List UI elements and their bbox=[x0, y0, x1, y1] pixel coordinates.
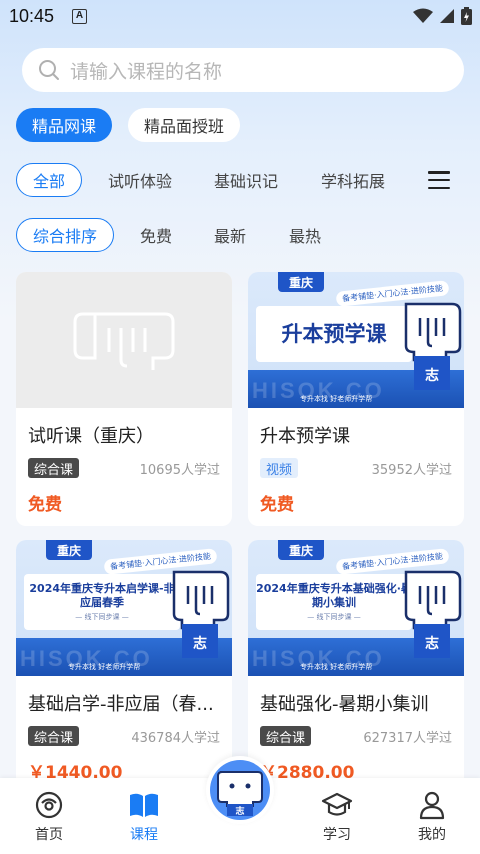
tab-offline-classes[interactable]: 精品面授班 bbox=[128, 108, 240, 142]
banner-city: 重庆 bbox=[278, 540, 324, 560]
book-icon bbox=[130, 793, 158, 817]
course-card[interactable]: 重庆 备考铺垫·入门心法·进阶技能 2024年重庆专升本基础强化·暑期小集训 —… bbox=[248, 540, 464, 794]
user-icon bbox=[419, 791, 445, 820]
nav-profile[interactable]: 我的 bbox=[397, 790, 467, 844]
course-title: 试听课（重庆） bbox=[28, 426, 154, 447]
svg-text:志: 志 bbox=[425, 367, 439, 384]
wifi-icon bbox=[413, 8, 433, 23]
banner-title: 升本预学课 bbox=[281, 321, 387, 346]
tab-online-courses[interactable]: 精品网课 bbox=[16, 108, 112, 142]
nav-center-mascot-button[interactable]: 志 bbox=[206, 756, 274, 824]
category-filter: 全部 试听体验 基础识记 学科拓展 bbox=[0, 163, 480, 199]
nav-profile-label: 我的 bbox=[418, 827, 446, 843]
signal-icon bbox=[440, 9, 454, 23]
category-extension[interactable]: 学科拓展 bbox=[313, 163, 393, 197]
graduation-cap-icon bbox=[321, 792, 353, 816]
category-basics[interactable]: 基础识记 bbox=[206, 163, 286, 197]
mascot-icon: 志 bbox=[172, 570, 230, 658]
sort-free[interactable]: 免费 bbox=[132, 218, 180, 252]
course-learners: 35952人学过 bbox=[371, 463, 452, 478]
course-price: 免费 bbox=[28, 495, 62, 515]
mascot-icon: 志 bbox=[217, 771, 263, 816]
sort-newest[interactable]: 最新 bbox=[206, 218, 254, 252]
banner-footer: 专升本找 好老师升学帮 bbox=[300, 395, 373, 403]
nav-courses[interactable]: 课程 bbox=[109, 790, 179, 844]
search-bar[interactable]: 请输入课程的名称 bbox=[22, 48, 464, 92]
banner-subtitle: — 线下同步课 — bbox=[75, 613, 129, 622]
category-trial[interactable]: 试听体验 bbox=[100, 163, 180, 197]
mascot-icon: 志 bbox=[404, 570, 462, 658]
banner-city: 重庆 bbox=[46, 540, 92, 560]
nav-study-label: 学习 bbox=[323, 827, 351, 843]
course-tag: 综合课 bbox=[28, 726, 80, 746]
course-learners: 627317人学过 bbox=[363, 731, 452, 746]
course-learners: 436784人学过 bbox=[131, 731, 220, 746]
course-tag: 综合课 bbox=[260, 726, 312, 746]
course-banner: 重庆 备考铺垫·入门心法·进阶技能 升本预学课 HISOK CO 专升本找 好老… bbox=[248, 272, 464, 408]
notification-icon: A bbox=[72, 9, 87, 24]
status-icons bbox=[413, 6, 472, 26]
nav-study[interactable]: 学习 bbox=[302, 790, 372, 844]
placeholder-logo-icon bbox=[73, 312, 175, 370]
course-tag: 综合课 bbox=[28, 458, 80, 478]
status-bar: 10:45 A bbox=[0, 0, 480, 34]
course-tag: 视频 bbox=[260, 458, 299, 478]
course-card[interactable]: 重庆 备考铺垫·入门心法·进阶技能 2024年重庆专升本启学课-非应届春季 — … bbox=[16, 540, 232, 794]
status-time: 10:45 bbox=[9, 6, 55, 26]
home-icon bbox=[35, 791, 63, 819]
svg-text:志: 志 bbox=[425, 635, 439, 652]
banner-footer: 专升本找 好老师升学帮 bbox=[68, 663, 141, 671]
banner-footer: 专升本找 好老师升学帮 bbox=[300, 663, 373, 671]
mascot-icon: 志 bbox=[404, 302, 462, 390]
course-title: 基础强化-暑期小集训 bbox=[260, 694, 429, 715]
banner-title-box: 2024年重庆专升本基础强化·暑期小集训 — 线下同步课 — bbox=[256, 574, 412, 630]
course-title: 基础启学-非应届（春... bbox=[28, 694, 214, 715]
nav-courses-label: 课程 bbox=[130, 827, 158, 843]
course-banner: 重庆 备考铺垫·入门心法·进阶技能 2024年重庆专升本启学课-非应届春季 — … bbox=[16, 540, 232, 676]
search-icon bbox=[39, 60, 59, 80]
battery-icon bbox=[461, 7, 472, 25]
banner-title-box: 升本预学课 bbox=[256, 306, 412, 362]
course-title: 升本预学课 bbox=[260, 426, 350, 447]
svg-text:志: 志 bbox=[193, 635, 207, 652]
banner-title: 2024年重庆专升本基础强化·暑期小集训 bbox=[256, 581, 412, 609]
course-card[interactable]: 重庆 备考铺垫·入门心法·进阶技能 升本预学课 HISOK CO 专升本找 好老… bbox=[248, 272, 464, 526]
course-price: 免费 bbox=[260, 495, 294, 515]
banner-title: 2024年重庆专升本启学课-非应届春季 bbox=[29, 581, 175, 609]
course-banner: 重庆 备考铺垫·入门心法·进阶技能 2024年重庆专升本基础强化·暑期小集训 —… bbox=[248, 540, 464, 676]
nav-home-label: 首页 bbox=[35, 827, 63, 843]
menu-icon[interactable] bbox=[428, 171, 450, 189]
course-learners: 10695人学过 bbox=[139, 463, 220, 478]
banner-title-box: 2024年重庆专升本启学课-非应届春季 — 线下同步课 — bbox=[24, 574, 180, 630]
course-thumbnail-placeholder bbox=[16, 272, 232, 408]
sort-comprehensive[interactable]: 综合排序 bbox=[16, 218, 114, 252]
nav-home[interactable]: 首页 bbox=[14, 790, 84, 844]
mascot-avatar: 志 bbox=[210, 760, 270, 820]
category-all[interactable]: 全部 bbox=[16, 163, 82, 197]
banner-city: 重庆 bbox=[278, 272, 324, 292]
course-card[interactable]: 试听课（重庆） 综合课 10695人学过 免费 bbox=[16, 272, 232, 526]
svg-text:志: 志 bbox=[235, 805, 244, 816]
sort-hottest[interactable]: 最热 bbox=[281, 218, 329, 252]
banner-subtitle: — 线下同步课 — bbox=[307, 613, 361, 622]
search-input[interactable]: 请输入课程的名称 bbox=[70, 57, 222, 84]
